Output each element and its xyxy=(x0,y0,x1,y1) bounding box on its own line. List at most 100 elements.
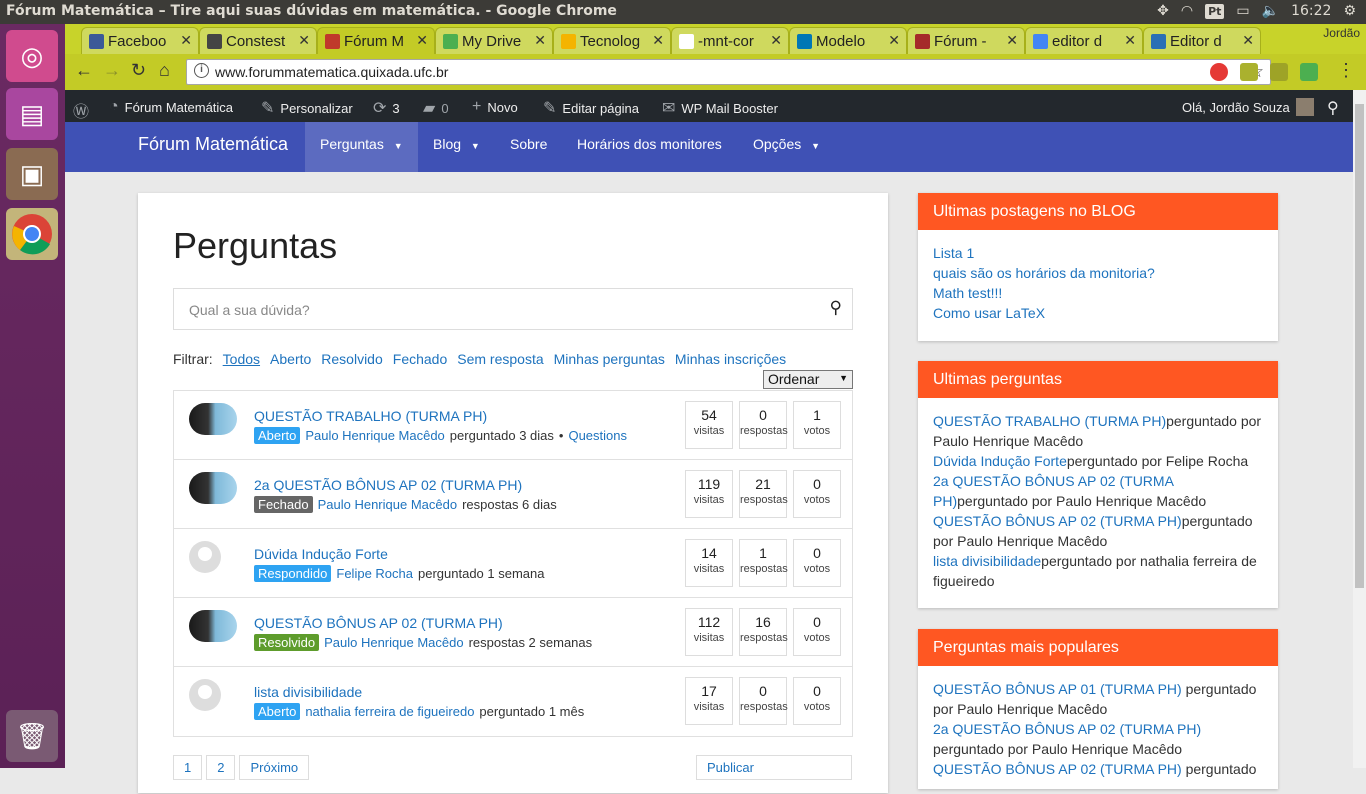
question-link[interactable]: QUESTÃO BÔNUS AP 02 (TURMA PH) xyxy=(933,513,1182,529)
order-select[interactable]: Ordenar ▼ xyxy=(763,370,853,389)
battery-icon[interactable]: ▭ xyxy=(1236,3,1249,19)
adminbar-customize[interactable]: ✎ Personalizar xyxy=(261,98,353,118)
wordpress-logo-icon[interactable]: Ⓦ xyxy=(73,98,89,122)
close-icon[interactable]: ✕ xyxy=(298,32,310,49)
browser-tab[interactable]: Fórum M ✕ xyxy=(317,27,435,54)
keyboard-layout[interactable]: Pt xyxy=(1205,3,1225,19)
page-scrollbar[interactable] xyxy=(1353,90,1366,768)
filter-minhas-perguntas[interactable]: Minhas perguntas xyxy=(554,351,665,367)
site-nav: Fórum Matemática Perguntas ▼ Blog ▼ Sobr… xyxy=(65,122,1353,172)
question-link[interactable]: QUESTÃO BÔNUS AP 01 (TURMA PH) xyxy=(933,681,1182,697)
nav-blog[interactable]: Blog ▼ xyxy=(433,122,480,172)
search-icon[interactable]: ⚲ xyxy=(1327,98,1339,118)
reload-icon[interactable]: ↻ xyxy=(131,60,146,81)
adminbar-mail-booster[interactable]: ✉ WP Mail Booster xyxy=(662,98,778,118)
volume-icon[interactable]: 🔈 xyxy=(1262,3,1279,19)
browser-tab[interactable]: editor d ✕ xyxy=(1025,27,1143,54)
nav-perguntas[interactable]: Perguntas ▼ xyxy=(305,122,418,172)
ubuntu-dash-icon[interactable]: ◎ xyxy=(6,30,58,82)
author-link[interactable]: Paulo Henrique Macêdo xyxy=(324,635,463,650)
filter-sem-resposta[interactable]: Sem resposta xyxy=(457,351,543,367)
extension-icon[interactable] xyxy=(1270,63,1288,81)
forward-icon[interactable]: → xyxy=(103,60,121,81)
browser-tab[interactable]: -mnt-cor ✕ xyxy=(671,27,789,54)
blog-link[interactable]: Math test!!! xyxy=(933,283,1263,303)
adminbar-edit-page[interactable]: ✎ Editar página xyxy=(543,98,639,118)
filter-aberto[interactable]: Aberto xyxy=(270,351,311,367)
close-icon[interactable]: ✕ xyxy=(1124,32,1136,49)
filter-resolvido[interactable]: Resolvido xyxy=(321,351,382,367)
blog-link[interactable]: Lista 1 xyxy=(933,243,1263,263)
question-title[interactable]: QUESTÃO TRABALHO (TURMA PH) xyxy=(254,408,487,424)
blog-link[interactable]: quais são os horários da monitoria? xyxy=(933,263,1263,283)
home-icon[interactable]: ⌂ xyxy=(159,60,170,81)
browser-tab[interactable]: Tecnolog ✕ xyxy=(553,27,671,54)
close-icon[interactable]: ✕ xyxy=(1242,32,1254,49)
address-bar[interactable]: i www.forummatematica.quixada.ufc.br ☆ xyxy=(186,59,1271,85)
chrome-icon[interactable] xyxy=(6,208,58,260)
author-link[interactable]: Paulo Henrique Macêdo xyxy=(305,428,444,443)
trash-icon[interactable]: 🗑 xyxy=(6,710,58,762)
avatar[interactable] xyxy=(189,403,237,435)
browser-tab[interactable]: Faceboo ✕ xyxy=(81,27,199,54)
browser-tab[interactable]: Constest ✕ xyxy=(199,27,317,54)
close-icon[interactable]: ✕ xyxy=(416,32,428,49)
clock[interactable]: 16:22 xyxy=(1291,3,1331,19)
close-icon[interactable]: ✕ xyxy=(652,32,664,49)
filter-todos[interactable]: Todos xyxy=(223,351,260,367)
filter-fechado[interactable]: Fechado xyxy=(393,351,447,367)
question-title[interactable]: lista divisibilidade xyxy=(254,684,362,700)
filter-minhas-inscricoes[interactable]: Minhas inscrições xyxy=(675,351,786,367)
info-icon[interactable]: i xyxy=(194,63,209,78)
nav-horarios[interactable]: Horários dos monitores xyxy=(577,122,722,172)
close-icon[interactable]: ✕ xyxy=(888,32,900,49)
author-link[interactable]: Felipe Rocha xyxy=(336,566,413,581)
scrollbar-thumb[interactable] xyxy=(1355,104,1364,588)
adminbar-site[interactable]: ◔ Fórum Matemática xyxy=(109,98,233,116)
avatar[interactable] xyxy=(189,679,221,711)
blog-link[interactable]: Como usar LaTeX xyxy=(933,303,1263,323)
gear-icon[interactable]: ⚙ xyxy=(1343,3,1356,19)
question-link[interactable]: 2a QUESTÃO BÔNUS AP 02 (TURMA PH) xyxy=(933,721,1201,737)
browser-tab[interactable]: My Drive ✕ xyxy=(435,27,553,54)
opera-extension-icon[interactable] xyxy=(1210,63,1228,81)
extension-icon[interactable] xyxy=(1300,63,1318,81)
extension-icon[interactable] xyxy=(1240,63,1258,81)
category-link[interactable]: Questions xyxy=(568,428,627,443)
search-input[interactable]: Qual a sua dúvida? ⚲ xyxy=(173,288,853,330)
adminbar-new[interactable]: + Novo xyxy=(472,98,518,116)
profile-name[interactable]: Jordão xyxy=(1323,26,1360,40)
close-icon[interactable]: ✕ xyxy=(770,32,782,49)
avatar[interactable] xyxy=(189,610,237,642)
question-link[interactable]: lista divisibilidade xyxy=(933,553,1041,569)
browser-tab[interactable]: Fórum - ✕ xyxy=(907,27,1025,54)
author-link[interactable]: nathalia ferreira de figueiredo xyxy=(305,704,474,719)
back-icon[interactable]: ← xyxy=(75,60,93,81)
search-icon[interactable]: ⚲ xyxy=(830,298,842,318)
wifi-icon[interactable]: ◠ xyxy=(1181,3,1193,19)
adminbar-comments[interactable]: ▰ 0 xyxy=(423,98,449,118)
question-link[interactable]: Dúvida Indução Forte xyxy=(933,453,1067,469)
avatar[interactable] xyxy=(189,541,221,573)
avatar[interactable] xyxy=(189,472,237,504)
site-brand[interactable]: Fórum Matemática xyxy=(138,134,288,155)
close-icon[interactable]: ✕ xyxy=(180,32,192,49)
workspace-switcher-icon[interactable]: ▤ xyxy=(6,88,58,140)
adminbar-updates[interactable]: ⟳ 3 xyxy=(373,98,400,118)
dropbox-icon[interactable]: ✥ xyxy=(1157,3,1169,19)
nav-sobre[interactable]: Sobre xyxy=(510,122,547,172)
question-link[interactable]: QUESTÃO BÔNUS AP 02 (TURMA PH) xyxy=(933,761,1182,777)
browser-tab[interactable]: Modelo ✕ xyxy=(789,27,907,54)
author-link[interactable]: Paulo Henrique Macêdo xyxy=(318,497,457,512)
adminbar-account[interactable]: Olá, Jordão Souza xyxy=(1182,98,1314,116)
question-title[interactable]: QUESTÃO BÔNUS AP 02 (TURMA PH) xyxy=(254,615,503,631)
browser-tab[interactable]: Editor d ✕ xyxy=(1143,27,1261,54)
close-icon[interactable]: ✕ xyxy=(534,32,546,49)
question-link[interactable]: QUESTÃO TRABALHO (TURMA PH) xyxy=(933,413,1166,429)
menu-icon[interactable]: ⋮ xyxy=(1337,60,1355,81)
nav-opcoes[interactable]: Opções ▼ xyxy=(753,122,820,172)
file-manager-icon[interactable]: ▣ xyxy=(6,148,58,200)
question-title[interactable]: Dúvida Indução Forte xyxy=(254,546,388,562)
close-icon[interactable]: ✕ xyxy=(1006,32,1018,49)
question-title[interactable]: 2a QUESTÃO BÔNUS AP 02 (TURMA PH) xyxy=(254,477,522,493)
